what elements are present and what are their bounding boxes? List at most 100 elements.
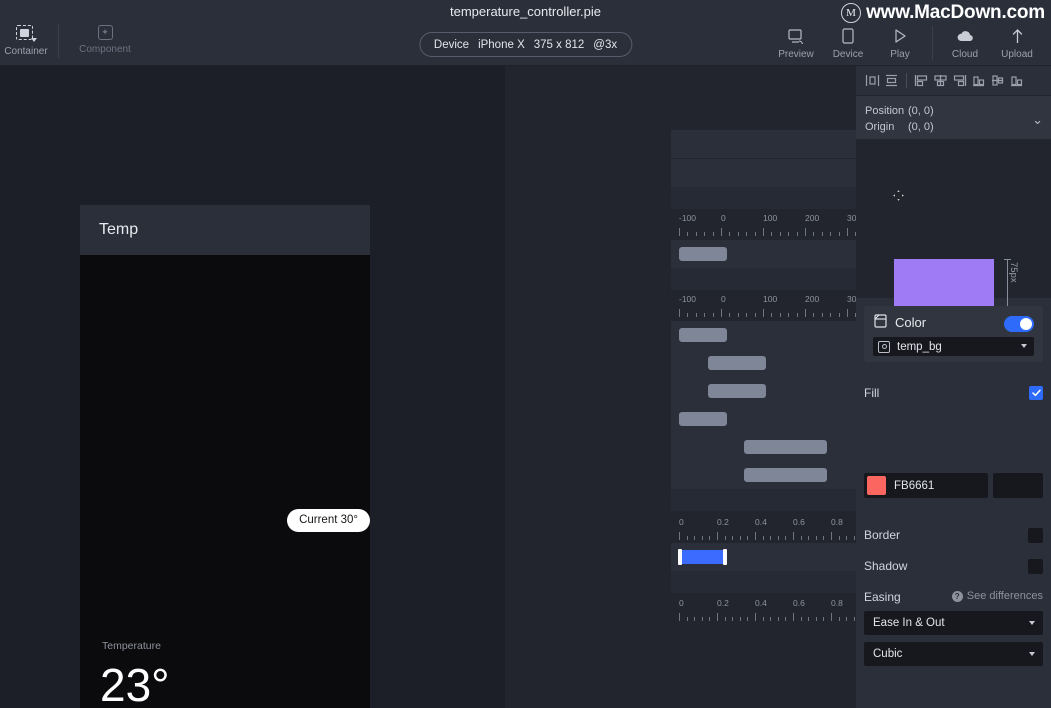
shadow-color-swatch[interactable] [1028,559,1043,574]
chevron-down-icon[interactable]: ⌄ [1032,112,1043,128]
color-target-select[interactable]: temp_bg [873,337,1034,356]
temp-bar-label: Temp [99,221,139,238]
play-label: Play [890,49,910,60]
target-layer-icon [878,340,890,353]
ruler-tick-label: -100 [679,294,697,304]
preview-label: Preview [778,49,814,60]
watermark-brand: M www.MacDown.com [841,2,1045,24]
bar-handle-right[interactable] [723,549,727,565]
ruler-tick-label: 0 [679,598,684,608]
timeline-bar-tu-move1-bar[interactable] [679,328,727,342]
easing-family-select[interactable]: Cubic [864,642,1043,666]
color-enable-toggle[interactable] [1004,316,1034,332]
timeline-bar-range1-color-bar[interactable] [678,549,727,565]
container-button[interactable]: Container [0,22,52,66]
timeline-lane-range1-add[interactable] [671,571,856,593]
device-view-label: Device [832,49,864,60]
design-canvas[interactable]: Controller Temp Current 30° Temperature … [0,66,505,708]
see-differences-link[interactable]: ? See differences [951,590,1043,602]
left-tool-group: Container ✦ Component [0,22,145,66]
hex-color-field[interactable]: FB6661 [864,473,988,498]
current-temp-badge[interactable]: Current 30° [287,509,370,532]
align-bottom-icon[interactable] [1008,72,1025,89]
timeline-bar-tu-op1-bar[interactable] [679,412,727,426]
fill-row: Fill [864,386,1043,400]
ruler-ticks [679,612,856,621]
border-color-swatch[interactable] [1028,528,1043,543]
timeline-lane-drag-add[interactable] [671,187,856,209]
timeline-lane-tu-add[interactable] [671,489,856,511]
align-right-icon[interactable] [951,72,968,89]
properties-panel: Position (0, 0) Origin (0, 0) ⌄ 375px 75… [856,66,1051,708]
right-toolbar-divider [932,26,933,60]
device-size: 375 x 812 [533,38,585,51]
hex-color-value: FB6661 [894,479,935,492]
cloud-button[interactable]: Cloud [939,24,991,68]
component-button[interactable]: ✦ Component [65,22,145,66]
upload-label: Upload [1001,49,1033,60]
distribute-h-icon[interactable] [864,72,881,89]
play-button[interactable]: Play [874,24,926,68]
timeline-lane-drag[interactable] [671,130,856,158]
align-divider [906,73,907,88]
ruler-tick-label: 0.4 [755,517,767,527]
ruler-tick-label: 100 [763,213,778,223]
cloud-icon [955,27,975,45]
preview-button[interactable]: Preview [770,24,822,68]
right-tool-group: Preview Device Play Cloud Upload [770,24,1043,68]
component-icon: ✦ [97,25,113,40]
phone-preview[interactable]: Temp Current 30° Temperature 23° [80,205,370,708]
position-value[interactable]: (0, 0) [908,105,934,117]
color-icon [874,314,887,331]
timeline-ruler-detect-ruler: -100 0 100 200 300 [671,211,861,239]
color-target-name: temp_bg [897,340,942,353]
play-icon [890,27,910,45]
ruler-tick-label: 0.4 [755,598,767,608]
ruler-tick-label: 0 [679,517,684,527]
timeline-bar-tu-scale-bar[interactable] [708,384,766,398]
align-center-h-icon[interactable] [932,72,949,89]
timeline-lane-drag-move[interactable] [671,159,856,187]
toolbar-divider [58,24,59,58]
timeline-bar-tu-op2-bar[interactable] [744,440,827,454]
color-card-title: Color [895,315,927,330]
align-middle-v-icon[interactable] [989,72,1006,89]
fill-opacity-field[interactable] [993,473,1043,498]
color-card-header: Color [874,314,926,331]
border-label: Border [864,528,901,542]
shadow-row: Shadow [864,559,1043,574]
ruler-ticks [679,531,856,540]
ruler-tick-label: 0 [721,213,726,223]
upload-button[interactable]: Upload [991,24,1043,68]
distribute-v-icon[interactable] [883,72,900,89]
chevron-down-icon [1029,621,1035,625]
origin-value[interactable]: (0, 0) [908,121,934,133]
align-toolbar [856,66,1051,96]
align-top-icon[interactable] [970,72,987,89]
timeline-bar-tu-move3-bar[interactable] [744,468,827,482]
bar-handle-left[interactable] [678,549,682,565]
timeline-lane-detect-add[interactable] [671,268,856,290]
easing-curve-select[interactable]: Ease In & Out [864,611,1043,635]
shadow-label: Shadow [864,559,908,573]
watermark-text: www.MacDown.com [866,2,1045,23]
ruler-tick-label: 0.6 [793,517,805,527]
trigger-list-panel: DragTMoveT+DetectTTextT+Touch UpTMoveTMo… [505,66,1051,708]
device-key: Device [433,38,470,51]
help-icon: ? [951,590,963,602]
timeline-bar-tu-move2-bar[interactable] [708,356,766,370]
fill-checkbox[interactable] [1029,386,1043,400]
ruler-tick-label: 0.2 [717,517,729,527]
timeline-ruler-range1-ruler: 0 0.2 0.4 0.6 0.8 [671,515,856,543]
temp-bar[interactable]: Temp [80,205,370,255]
device-view-button[interactable]: Device [822,24,874,68]
fill-label: Fill [864,386,880,400]
timeline-ruler-touchup-ruler: -100 0 100 200 300 [671,292,861,320]
timeline-bar-detect-text-bar[interactable] [679,247,727,261]
align-left-icon[interactable] [913,72,930,89]
ruler-tick-label: 0.6 [793,598,805,608]
ruler-ticks [679,308,857,317]
origin-label: Origin [865,121,895,133]
device-selector[interactable]: Device iPhone X 375 x 812 @3x [418,32,633,57]
timeline-panel[interactable]: -100 0 100 200 300 -100 0 100 200 300 0 0.2 0.4 0.6 0.… [671,66,861,708]
